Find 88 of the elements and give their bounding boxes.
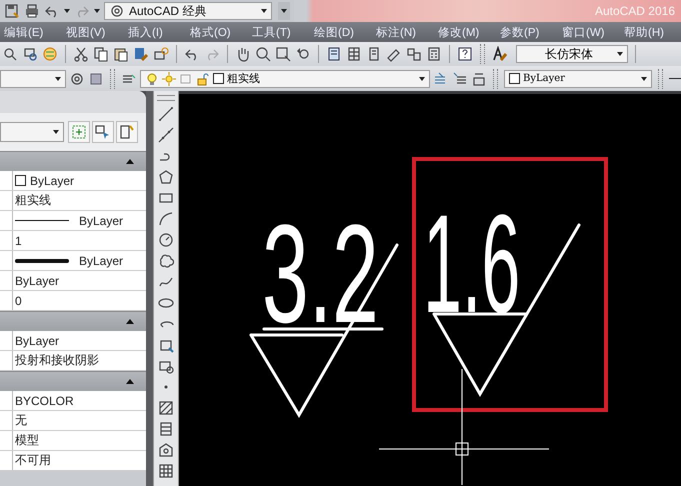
layer-previous-icon[interactable] xyxy=(452,70,468,86)
menu-item[interactable]: 标注(N) xyxy=(376,24,438,40)
property-value: 模型 xyxy=(15,432,39,449)
menu-item[interactable]: 视图(V) xyxy=(66,24,128,40)
save-icon[interactable] xyxy=(4,3,20,19)
help-icon[interactable] xyxy=(457,46,473,62)
cut-icon[interactable] xyxy=(73,46,89,62)
construction-line-icon[interactable] xyxy=(158,127,174,143)
menu-item[interactable]: 帮助(H) xyxy=(624,24,681,40)
collapse-arrow-icon[interactable] xyxy=(126,159,134,164)
sun-icon xyxy=(162,72,176,86)
print-icon[interactable] xyxy=(24,3,40,19)
circle-icon[interactable] xyxy=(158,232,174,248)
property-value: 1 xyxy=(15,234,22,248)
property-value: ByLayer xyxy=(15,334,60,348)
menu-item[interactable]: 窗口(W) xyxy=(562,24,624,40)
thin-line-sample xyxy=(15,220,69,221)
property-value: ByLayer xyxy=(15,274,60,288)
text-style-dropdown[interactable]: 长仿宋体 xyxy=(516,45,628,63)
color-swatch xyxy=(213,73,224,84)
caret-icon[interactable] xyxy=(419,76,425,80)
bulb-icon xyxy=(145,72,159,86)
zoom-realtime-icon[interactable] xyxy=(255,46,271,62)
menu-item[interactable]: 绘图(D) xyxy=(314,24,376,40)
color-dropdown[interactable]: ByLayer xyxy=(504,70,652,88)
region-icon[interactable] xyxy=(158,442,174,458)
collapse-arrow-icon[interactable] xyxy=(126,379,134,384)
hatch-icon[interactable] xyxy=(158,400,174,416)
property-value: ByLayer xyxy=(79,214,124,228)
paste-icon[interactable] xyxy=(113,46,129,62)
menu-item[interactable]: 参数(P) xyxy=(500,24,562,40)
menu-item[interactable]: 编辑(E) xyxy=(4,24,66,40)
table-icon[interactable] xyxy=(158,463,174,479)
text-style-icon[interactable] xyxy=(492,46,508,62)
caret-icon[interactable] xyxy=(617,52,623,56)
gear-icon xyxy=(109,3,125,19)
property-value: 投射和接收阴影 xyxy=(15,352,99,369)
copy-icon[interactable] xyxy=(93,46,109,62)
quick-select-icon xyxy=(119,124,135,140)
grid-icon[interactable] xyxy=(346,46,362,62)
property-value: ByLayer xyxy=(30,174,74,188)
block-icon[interactable] xyxy=(153,46,169,62)
select-objects-button[interactable] xyxy=(92,121,114,143)
property-value: 粗实线 xyxy=(15,192,51,209)
sheets-icon[interactable] xyxy=(406,46,422,62)
property-value: 不可用 xyxy=(15,452,51,469)
caret-icon[interactable] xyxy=(64,9,70,13)
collapse-arrow-icon[interactable] xyxy=(126,319,134,324)
menu-item[interactable]: 插入(I) xyxy=(128,24,190,40)
plus-icon xyxy=(71,124,87,140)
gear-icon[interactable] xyxy=(69,70,85,86)
roughness-value: 3.2 xyxy=(262,196,379,352)
layer-match-icon[interactable] xyxy=(471,70,487,86)
padlock-icon xyxy=(196,72,210,86)
window-title: AutoCAD 2016 xyxy=(594,4,675,18)
toggle-pickadd-button[interactable] xyxy=(68,121,90,143)
caret-icon[interactable] xyxy=(641,76,647,80)
property-value: 0 xyxy=(15,294,22,308)
property-value: ByLayer xyxy=(79,254,124,268)
property-value: 无 xyxy=(15,412,27,429)
color-swatch xyxy=(15,175,26,186)
layer-name: 粗实线 xyxy=(227,72,261,86)
thick-line-sample xyxy=(15,258,69,262)
customize-button[interactable] xyxy=(278,2,290,20)
zoom-window-icon[interactable] xyxy=(275,46,291,62)
zoom-icon[interactable] xyxy=(2,46,18,62)
menu-item[interactable]: 工具(T) xyxy=(252,24,314,40)
roughness-value: 1.6 xyxy=(423,186,520,342)
print-preview-icon[interactable] xyxy=(22,46,38,62)
cursor-icon xyxy=(95,124,111,140)
line-icon[interactable] xyxy=(158,106,174,122)
polygon-icon[interactable] xyxy=(158,169,174,185)
properties-icon[interactable] xyxy=(326,46,342,62)
property-value: BYCOLOR xyxy=(15,394,74,408)
brush-icon[interactable] xyxy=(133,46,149,62)
menu-item[interactable]: 修改(M) xyxy=(438,24,500,40)
menu-item[interactable]: 格式(O) xyxy=(190,24,252,40)
calculator-icon[interactable] xyxy=(426,46,442,62)
viewport-icon xyxy=(179,72,193,86)
arc-icon[interactable] xyxy=(158,211,174,227)
cloud-icon[interactable] xyxy=(158,253,174,269)
workspace-dropdown[interactable]: AutoCAD 经典 xyxy=(104,2,272,20)
layer-dropdown[interactable]: 粗实线 xyxy=(140,70,430,88)
caret-icon[interactable] xyxy=(261,9,267,13)
caret-icon[interactable] xyxy=(94,9,100,13)
quick-select-button[interactable] xyxy=(116,121,138,143)
caret-icon[interactable] xyxy=(55,76,61,80)
caret-icon[interactable] xyxy=(53,130,59,134)
